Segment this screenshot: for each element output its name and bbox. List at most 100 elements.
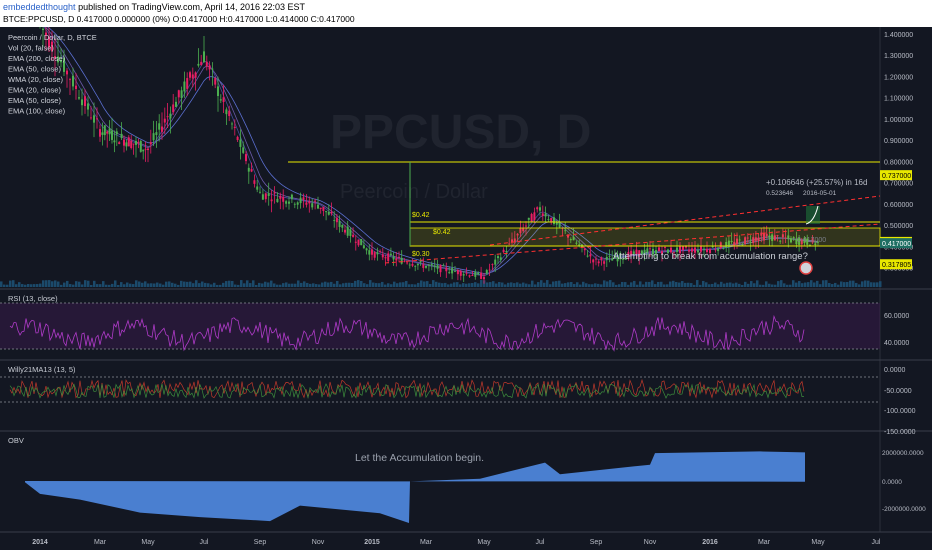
volume-bar bbox=[693, 284, 696, 287]
last-price-label: 0.417000 bbox=[797, 237, 826, 244]
volume-bar bbox=[606, 281, 609, 287]
rsi-tick-label: 60.0000 bbox=[884, 313, 909, 320]
candle-body bbox=[127, 137, 130, 147]
volume-bar bbox=[711, 283, 714, 287]
volume-bar bbox=[162, 284, 165, 287]
volume-bar bbox=[855, 282, 858, 287]
candle-body bbox=[175, 101, 177, 107]
volume-bar bbox=[267, 282, 270, 287]
volume-bar bbox=[828, 283, 831, 287]
volume-bar bbox=[663, 284, 666, 287]
volume-bar bbox=[36, 284, 39, 287]
candle-body bbox=[101, 132, 104, 135]
price-tick-label: 0.600000 bbox=[884, 202, 913, 209]
volume-bar bbox=[513, 283, 516, 287]
candle-body bbox=[555, 222, 558, 225]
volume-bar bbox=[636, 284, 639, 287]
candle-body bbox=[497, 256, 499, 259]
volume-bar bbox=[834, 282, 837, 287]
author-link[interactable]: embeddedthought bbox=[3, 2, 76, 12]
volume-bar bbox=[198, 283, 201, 287]
volume-bar bbox=[69, 284, 72, 287]
volume-bar bbox=[609, 280, 612, 287]
volume-bar bbox=[528, 284, 531, 287]
candle-body bbox=[270, 199, 273, 202]
legend-item[interactable]: EMA (100, close) bbox=[8, 107, 66, 116]
candle-body bbox=[480, 272, 483, 279]
obv-tick-label: -2000000.0000 bbox=[882, 506, 926, 513]
candle-body bbox=[103, 125, 106, 136]
volume-bar bbox=[87, 280, 90, 287]
candle-body bbox=[106, 131, 109, 134]
volume-bar bbox=[603, 280, 606, 287]
volume-bar bbox=[384, 284, 387, 287]
candle-body bbox=[78, 97, 80, 99]
candle-body bbox=[600, 257, 603, 260]
price-tick-label: 0.800000 bbox=[884, 159, 913, 166]
volume-bar bbox=[873, 282, 876, 287]
candle-body bbox=[392, 256, 395, 260]
volume-bar bbox=[732, 283, 735, 287]
volume-bar bbox=[807, 282, 810, 287]
volume-bar bbox=[252, 280, 255, 287]
volume-bar bbox=[795, 282, 798, 287]
legend-item[interactable]: EMA (200, close) bbox=[8, 54, 66, 63]
legend-item[interactable]: WMA (20, close) bbox=[8, 75, 64, 84]
legend-item[interactable]: EMA (50, close) bbox=[8, 96, 61, 105]
volume-bar bbox=[165, 281, 168, 287]
volume-bar bbox=[852, 280, 855, 287]
candle-body bbox=[456, 270, 459, 275]
volume-bar bbox=[498, 282, 501, 287]
volume-bar bbox=[12, 280, 15, 287]
candle-body bbox=[256, 186, 259, 190]
candle-body bbox=[335, 217, 338, 223]
volume-bar bbox=[444, 282, 447, 287]
candle-body bbox=[214, 78, 217, 85]
volume-bar bbox=[837, 284, 840, 287]
name-watermark: Peercoin / Dollar bbox=[340, 181, 488, 203]
event-marker-icon[interactable] bbox=[799, 261, 813, 275]
level-label-lo: $0.30 bbox=[412, 251, 430, 258]
chart-area[interactable]: PPCUSD, D Peercoin / Dollar $0.42 $0.42 … bbox=[0, 27, 932, 550]
volume-bar bbox=[321, 282, 324, 287]
volume-bar bbox=[681, 281, 684, 287]
volume-bar bbox=[390, 284, 393, 287]
volume-bar bbox=[84, 280, 87, 287]
candle-body bbox=[115, 131, 118, 135]
time-tick-label: May bbox=[811, 539, 825, 546]
volume-bar bbox=[108, 284, 111, 287]
volume-bar bbox=[402, 282, 405, 287]
volume-bar bbox=[741, 284, 744, 287]
candle-body bbox=[379, 251, 382, 253]
willy-tick-label: 0.0000 bbox=[884, 367, 906, 374]
obv-tick-label: 0.0000 bbox=[882, 479, 902, 486]
legend-item[interactable]: Vol (20, false) bbox=[8, 44, 54, 53]
volume-bar bbox=[33, 284, 36, 287]
legend-item[interactable]: EMA (50, close) bbox=[8, 65, 61, 74]
candle-body bbox=[349, 229, 352, 236]
volume-bar bbox=[585, 283, 588, 287]
volume-bar bbox=[756, 280, 759, 287]
legend-item[interactable]: Peercoin / Dollar, D, BTCE bbox=[8, 33, 97, 42]
candle-body bbox=[84, 96, 86, 107]
candle-body bbox=[211, 68, 214, 70]
obv-note: Let the Accumulation begin. bbox=[355, 452, 484, 464]
volume-bar bbox=[657, 281, 660, 287]
candle-body bbox=[436, 265, 439, 269]
candle-body bbox=[595, 258, 597, 260]
volume-bar bbox=[222, 282, 225, 287]
price-tag-label: 0.317805 bbox=[882, 262, 911, 269]
volume-bar bbox=[495, 283, 498, 287]
projection-box bbox=[806, 206, 820, 224]
candle-body bbox=[118, 142, 121, 144]
volume-bar bbox=[15, 284, 18, 287]
volume-bar bbox=[339, 284, 342, 287]
volume-bar bbox=[489, 282, 492, 287]
volume-bar bbox=[645, 281, 648, 287]
legend-item[interactable]: EMA (20, close) bbox=[8, 86, 61, 95]
time-tick-label: Nov bbox=[644, 539, 657, 546]
volume-bar bbox=[843, 282, 846, 287]
volume-bar bbox=[780, 280, 783, 287]
volume-bar bbox=[342, 283, 345, 287]
measure-date: 2016-05-01 bbox=[803, 190, 837, 197]
